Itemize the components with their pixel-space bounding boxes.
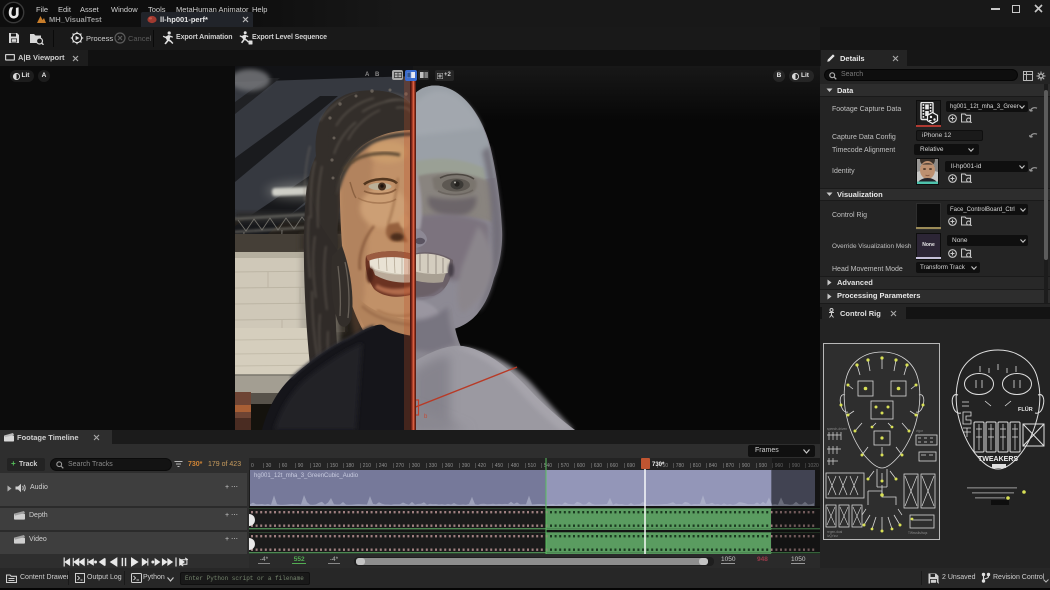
svg-text:| 900: | 900 — [739, 463, 750, 469]
svg-text:| 270: | 270 — [393, 463, 404, 469]
svg-text:| 120: | 120 — [310, 463, 321, 469]
svg-text:TWsvslls/lsqs: TWsvslls/lsqs — [908, 531, 928, 535]
svg-text:| 480: | 480 — [508, 463, 519, 469]
svg-text:730*: 730* — [652, 462, 665, 468]
svg-text:| 810: | 810 — [690, 463, 701, 469]
svg-text:speech-driven: speech-driven — [827, 427, 847, 431]
svg-text:| 510: | 510 — [525, 463, 536, 469]
svg-text:| 240: | 240 — [376, 463, 387, 469]
svg-text:| 840: | 840 — [706, 463, 717, 469]
svg-text:FLÜR: FLÜR — [1018, 406, 1033, 413]
svg-text:| 150: | 150 — [327, 463, 338, 469]
svg-text:| 930: | 930 — [756, 463, 767, 469]
svg-text:| 180: | 180 — [343, 463, 354, 469]
svg-text:| 540: | 540 — [541, 463, 552, 469]
svg-text:| 450: | 450 — [492, 463, 503, 469]
svg-text:| 870: | 870 — [723, 463, 734, 469]
svg-text:| 390: | 390 — [459, 463, 470, 469]
svg-text:| 630: | 630 — [591, 463, 602, 469]
svg-text:| 780: | 780 — [673, 463, 684, 469]
svg-text:| 660: | 660 — [607, 463, 618, 469]
svg-text:| 30: | 30 — [263, 463, 271, 469]
svg-text:0: 0 — [251, 463, 254, 469]
svg-text:| 300: | 300 — [409, 463, 420, 469]
svg-text:| 360: | 360 — [442, 463, 453, 469]
svg-text:hg001_12t_mha_3_GreenCubic_Aud: hg001_12t_mha_3_GreenCubic_Audio — [254, 473, 359, 479]
svg-text:| 690: | 690 — [624, 463, 635, 469]
svg-text:| 570: | 570 — [558, 463, 569, 469]
svg-text:| 330: | 330 — [426, 463, 437, 469]
svg-text:| 90: | 90 — [295, 463, 303, 469]
svg-text:| 420: | 420 — [475, 463, 486, 469]
svg-text:| 210: | 210 — [360, 463, 371, 469]
svg-text:IvQr'ssr: IvQr'ssr — [827, 534, 839, 538]
svg-text:vigor: vigor — [916, 429, 924, 433]
svg-text:| 600: | 600 — [574, 463, 585, 469]
svg-text:TWEAKERS: TWEAKERS — [978, 456, 1018, 463]
svg-text:| 60: | 60 — [279, 463, 287, 469]
